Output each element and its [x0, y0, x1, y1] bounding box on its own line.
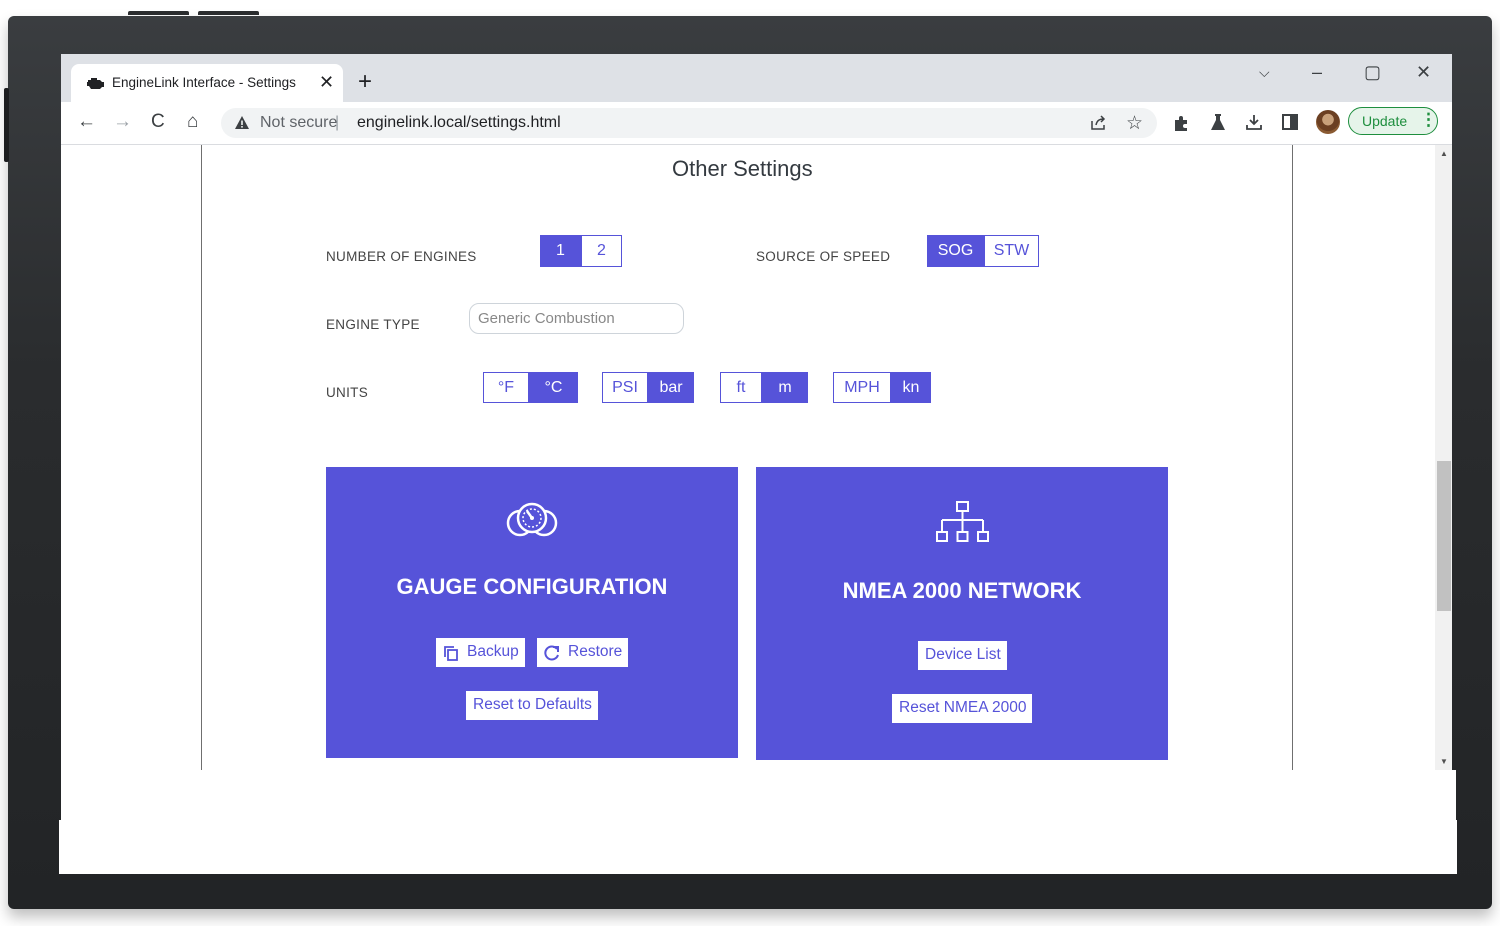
reset-defaults-label: Reset to Defaults	[473, 696, 592, 713]
unit-knots[interactable]: kn	[891, 372, 931, 403]
unit-psi[interactable]: PSI	[602, 372, 648, 403]
extensions-icon[interactable]	[1173, 114, 1191, 132]
browser-toolbar: ← → C ⌂ Not secure | enginelink.local/se…	[61, 102, 1452, 145]
nmea-card-title: NMEA 2000 NETWORK	[842, 578, 1082, 603]
reload-icon[interactable]: C	[151, 111, 165, 133]
minimize-icon[interactable]: –	[1312, 62, 1322, 82]
engines-option-2[interactable]: 2	[581, 235, 622, 267]
speed-source-label: SOURCE OF SPEED	[756, 249, 891, 264]
home-icon[interactable]: ⌂	[187, 111, 198, 133]
maximize-icon[interactable]: ▢	[1364, 62, 1381, 82]
update-button[interactable]: Update ⋮	[1348, 107, 1438, 135]
menu-dots-icon[interactable]: ⋮	[1420, 110, 1437, 130]
unit-celsius[interactable]: °C	[529, 372, 578, 403]
engines-option-1[interactable]: 1	[540, 235, 581, 267]
page-title: Other Settings	[672, 156, 813, 181]
speed-option-sog[interactable]: SOG	[927, 235, 984, 267]
restore-icon	[544, 645, 559, 661]
backup-button[interactable]: Backup	[436, 638, 525, 667]
gauge-configuration-card: GAUGE CONFIGURATION Backup Restore Reset…	[326, 467, 738, 758]
new-tab-icon[interactable]: +	[358, 70, 372, 94]
tab-search-icon[interactable]: ⌵	[1259, 62, 1270, 82]
device-side-button	[4, 88, 9, 162]
device-list-button[interactable]: Device List	[918, 641, 1007, 670]
engine-type-select[interactable]: Generic Combustion	[469, 303, 684, 334]
security-status[interactable]: Not secure	[260, 114, 337, 132]
unit-meters[interactable]: m	[762, 372, 808, 403]
engine-type-label: ENGINE TYPE	[326, 317, 420, 332]
engines-label: NUMBER OF ENGINES	[326, 249, 477, 264]
unit-mph[interactable]: MPH	[833, 372, 891, 403]
scroll-up-icon[interactable]: ▲	[1440, 149, 1448, 158]
back-icon[interactable]: ←	[77, 111, 96, 133]
reset-nmea-button[interactable]: Reset NMEA 2000	[892, 694, 1032, 723]
tab-title: EngineLink Interface - Settings	[112, 75, 296, 90]
reset-nmea-label: Reset NMEA 2000	[899, 699, 1027, 716]
device-list-label: Device List	[925, 646, 1001, 663]
close-tab-icon[interactable]: ✕	[319, 72, 334, 92]
content-border-right	[1292, 145, 1293, 770]
scroll-down-icon[interactable]: ▼	[1440, 757, 1448, 766]
close-window-icon[interactable]: ✕	[1416, 62, 1431, 82]
vertical-scrollbar[interactable]: ▲ ▼	[1435, 145, 1452, 770]
unit-bar[interactable]: bar	[648, 372, 694, 403]
page-content: Other Settings NUMBER OF ENGINES 1 2 SOU…	[61, 145, 1452, 770]
restore-label: Restore	[568, 643, 623, 660]
engine-type-value: Generic Combustion	[478, 310, 615, 327]
network-icon	[936, 501, 989, 542]
share-icon[interactable]	[1090, 115, 1108, 131]
url-separator: |	[335, 114, 340, 131]
scrollbar-thumb[interactable]	[1437, 461, 1451, 611]
speed-option-stw[interactable]: STW	[984, 235, 1039, 267]
engine-icon	[87, 78, 104, 89]
avatar[interactable]	[1316, 110, 1340, 134]
reset-to-defaults-button[interactable]: Reset to Defaults	[466, 691, 598, 720]
content-border-left	[201, 145, 202, 770]
gauge-icon	[506, 502, 558, 537]
units-label: UNITS	[326, 385, 368, 400]
url-text[interactable]: enginelink.local/settings.html	[357, 114, 561, 132]
unit-feet[interactable]: ft	[720, 372, 762, 403]
address-bar[interactable]: Not secure | enginelink.local/settings.h…	[221, 108, 1157, 138]
forward-icon[interactable]: →	[113, 111, 132, 133]
sidepanel-icon[interactable]	[1282, 114, 1298, 130]
restore-button[interactable]: Restore	[537, 638, 628, 667]
update-label: Update	[1362, 113, 1408, 129]
device-top-button	[128, 11, 189, 15]
labs-icon[interactable]	[1209, 113, 1227, 131]
gauge-card-title: GAUGE CONFIGURATION	[396, 574, 668, 599]
backup-label: Backup	[467, 643, 519, 660]
browser-window: EngineLink Interface - Settings ✕ + ⌵ – …	[61, 54, 1452, 770]
tab-strip: EngineLink Interface - Settings ✕ + ⌵ – …	[61, 54, 1452, 102]
warning-icon[interactable]	[234, 115, 250, 131]
device-top-button	[198, 11, 259, 15]
screen-lower-area	[59, 820, 1457, 874]
copy-icon	[444, 646, 458, 661]
tab-settings[interactable]: EngineLink Interface - Settings ✕	[71, 64, 343, 102]
unit-fahrenheit[interactable]: °F	[483, 372, 529, 403]
star-icon[interactable]: ☆	[1126, 112, 1143, 135]
nmea-network-card: NMEA 2000 NETWORK Device List Reset NMEA…	[756, 467, 1168, 760]
download-icon[interactable]	[1245, 113, 1263, 131]
